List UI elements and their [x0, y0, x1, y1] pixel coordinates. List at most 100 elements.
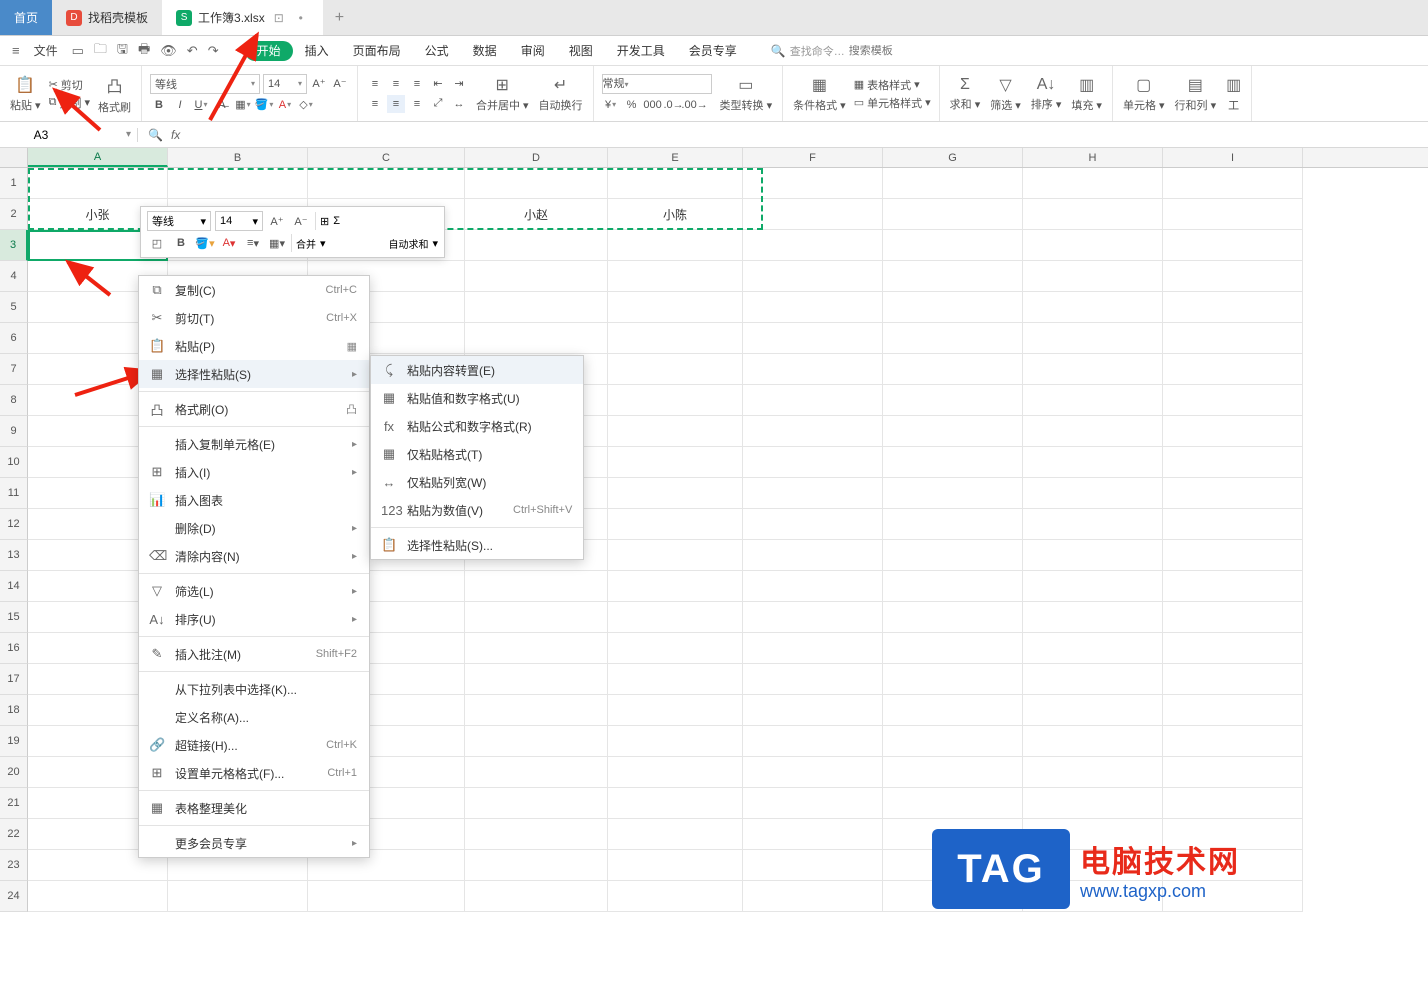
cell[interactable]	[1023, 416, 1163, 447]
font-name-combo[interactable]: 等线▾	[150, 74, 260, 94]
cell[interactable]	[1163, 509, 1303, 540]
mini-select-icon[interactable]: ◰	[147, 233, 167, 253]
row-header[interactable]: 22	[0, 819, 28, 850]
menu-item[interactable]: ↔仅粘贴列宽(W)	[371, 468, 583, 496]
cell[interactable]	[608, 881, 743, 912]
cell[interactable]	[1163, 633, 1303, 664]
menu-item[interactable]: ▦选择性粘贴(S)▸	[139, 360, 369, 388]
cell[interactable]	[1023, 509, 1163, 540]
row-header[interactable]: 9	[0, 416, 28, 447]
row-header[interactable]: 15	[0, 602, 28, 633]
cell[interactable]	[608, 447, 743, 478]
col-header[interactable]: F	[743, 148, 883, 167]
ribbon-tab-2[interactable]: 页面布局	[341, 38, 413, 64]
menu-item[interactable]: ▦仅粘贴格式(T)	[371, 440, 583, 468]
cell[interactable]: 小赵	[465, 199, 608, 230]
cell[interactable]	[883, 292, 1023, 323]
cell[interactable]	[883, 230, 1023, 261]
menu-item[interactable]: 删除(D)▸	[139, 514, 369, 542]
mini-inc-font-icon[interactable]: A⁺	[267, 211, 287, 231]
cell[interactable]	[743, 385, 883, 416]
font-color-icon[interactable]: A▾	[276, 96, 294, 114]
cell[interactable]	[465, 788, 608, 819]
cell[interactable]	[883, 199, 1023, 230]
cell[interactable]	[1163, 230, 1303, 261]
undo-icon[interactable]: ↶	[183, 41, 202, 61]
col-header[interactable]: H	[1023, 148, 1163, 167]
mini-bold-icon[interactable]: B	[171, 233, 191, 253]
rowcol-button[interactable]: ▤行和列 ▾	[1173, 73, 1219, 115]
cell[interactable]	[1023, 323, 1163, 354]
cell[interactable]	[608, 509, 743, 540]
menu-item[interactable]: ▦表格整理美化	[139, 794, 369, 822]
cell[interactable]	[883, 385, 1023, 416]
mini-fontcolor-icon[interactable]: A▾	[219, 233, 239, 253]
cell[interactable]	[1023, 788, 1163, 819]
menu-item[interactable]: ⊞插入(I)▸	[139, 458, 369, 486]
row-header[interactable]: 7	[0, 354, 28, 385]
cell[interactable]	[743, 478, 883, 509]
cell[interactable]	[608, 695, 743, 726]
cell[interactable]	[608, 602, 743, 633]
app-menu-icon[interactable]: ≡	[8, 41, 24, 60]
cell[interactable]	[1163, 416, 1303, 447]
menu-item[interactable]: ⤹粘贴内容转置(E)	[371, 356, 583, 384]
cell[interactable]	[168, 881, 308, 912]
cell[interactable]	[465, 602, 608, 633]
menu-item[interactable]: 定义名称(A)...	[139, 703, 369, 731]
save-icon[interactable]: 🖫	[113, 38, 132, 64]
cell[interactable]: 小陈	[608, 199, 743, 230]
cell[interactable]	[743, 788, 883, 819]
row-header[interactable]: 4	[0, 261, 28, 292]
cell[interactable]	[28, 168, 168, 199]
cell[interactable]	[1023, 602, 1163, 633]
table-style-button[interactable]: ▦表格样式 ▾	[854, 77, 931, 93]
cell[interactable]	[743, 695, 883, 726]
menu-item[interactable]: 📋粘贴(P)▦	[139, 332, 369, 360]
redo-icon[interactable]: ↷	[204, 41, 223, 61]
menu-item[interactable]: A↓排序(U)▸	[139, 605, 369, 633]
cell[interactable]	[465, 757, 608, 788]
align-bottom-icon[interactable]: ≡	[408, 75, 426, 93]
cell[interactable]	[1023, 664, 1163, 695]
underline-icon[interactable]: U▾	[192, 96, 210, 114]
menu-item[interactable]: 更多会员专享▸	[139, 829, 369, 857]
cell[interactable]	[608, 168, 743, 199]
cell[interactable]	[1163, 757, 1303, 788]
cell[interactable]	[1163, 323, 1303, 354]
cell[interactable]	[608, 478, 743, 509]
name-box[interactable]: ▾	[0, 128, 138, 142]
cell[interactable]	[465, 261, 608, 292]
cell[interactable]	[883, 509, 1023, 540]
cell[interactable]	[1023, 726, 1163, 757]
cut-button[interactable]: ✂剪切	[49, 77, 90, 93]
cell[interactable]	[883, 168, 1023, 199]
row-header[interactable]: 8	[0, 385, 28, 416]
cell[interactable]	[883, 323, 1023, 354]
mini-fill-icon[interactable]: 🪣▾	[195, 233, 215, 253]
tab-home[interactable]: 首页	[0, 0, 52, 35]
align-middle-icon[interactable]: ≡	[387, 75, 405, 93]
cell[interactable]	[1023, 199, 1163, 230]
menu-item[interactable]: 从下拉列表中选择(K)...	[139, 675, 369, 703]
cell[interactable]	[608, 385, 743, 416]
cell[interactable]	[743, 819, 883, 850]
cell[interactable]	[465, 881, 608, 912]
file-menu[interactable]: 文件	[26, 38, 66, 63]
currency-icon[interactable]: ¥▾	[602, 96, 620, 114]
row-header[interactable]: 11	[0, 478, 28, 509]
cell[interactable]	[1023, 757, 1163, 788]
cell[interactable]	[743, 509, 883, 540]
thousands-icon[interactable]: 000	[644, 96, 662, 114]
row-header[interactable]: 21	[0, 788, 28, 819]
mini-border-icon[interactable]: ▦▾	[267, 233, 287, 253]
cell[interactable]	[1163, 602, 1303, 633]
conditional-format-button[interactable]: ▦条件格式 ▾	[791, 73, 848, 115]
number-format-combo[interactable]: 常规▾	[602, 74, 712, 94]
cell[interactable]	[608, 850, 743, 881]
cell[interactable]	[608, 230, 743, 261]
menu-item[interactable]: ⌫清除内容(N)▸	[139, 542, 369, 570]
row-header[interactable]: 10	[0, 447, 28, 478]
bold-icon[interactable]: B	[150, 96, 168, 114]
mini-dec-font-icon[interactable]: A⁻	[291, 211, 311, 231]
